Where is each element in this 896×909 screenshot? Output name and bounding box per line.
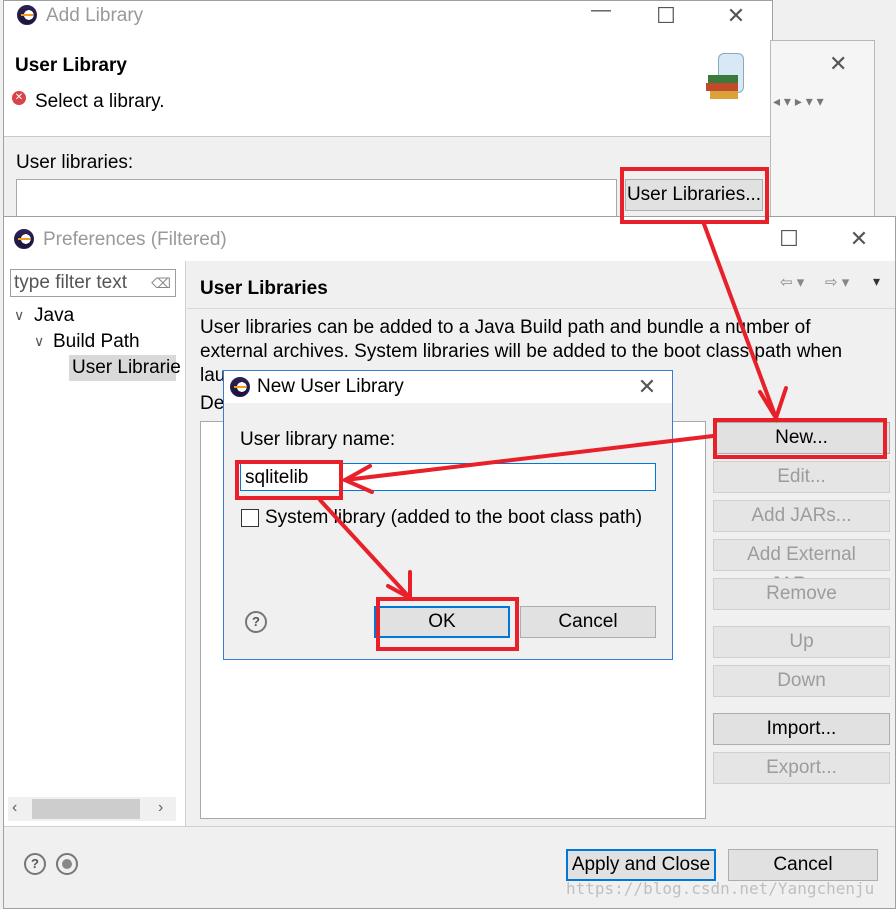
arrowhead-new xyxy=(758,386,788,423)
arrow-user-libraries-to-new xyxy=(702,222,778,420)
watermark: https://blog.csdn.net/Yangchenju xyxy=(566,879,875,898)
annotation-arrows xyxy=(318,222,788,602)
arrow-new-to-name-input xyxy=(343,434,715,482)
arrow-name-input-to-ok xyxy=(318,498,412,600)
